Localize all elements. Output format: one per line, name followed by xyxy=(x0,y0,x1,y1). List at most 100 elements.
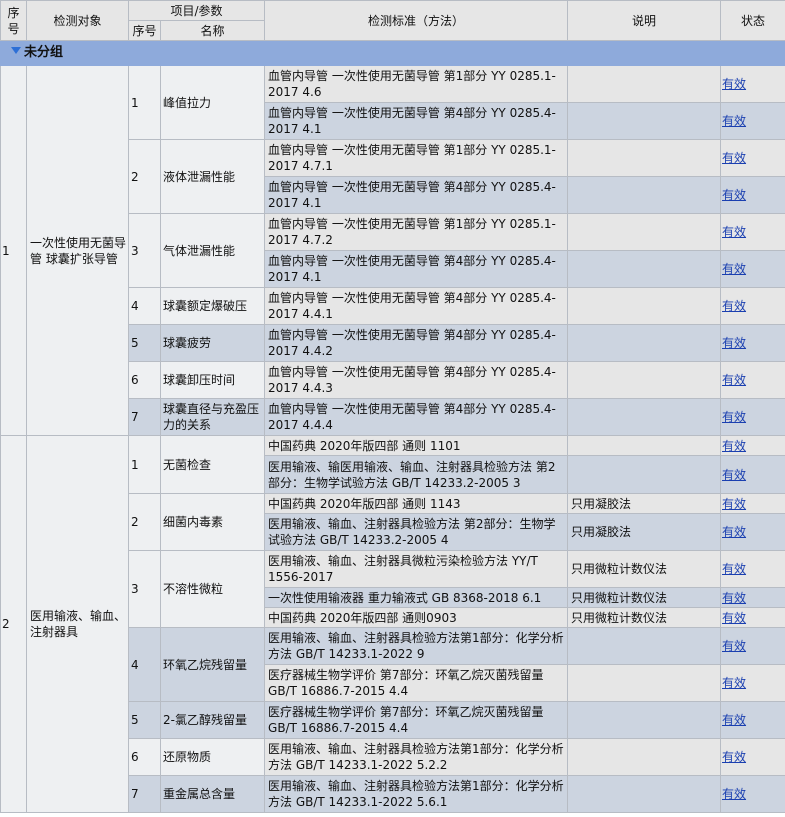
status-cell: 有效 xyxy=(720,324,785,362)
note-text: 只用微粒计数仪法 xyxy=(567,550,722,588)
item-name: 气体泄漏性能 xyxy=(159,213,266,288)
status-cell: 有效 xyxy=(720,493,785,514)
item-seq: 4 xyxy=(128,287,161,325)
status-link[interactable]: 有效 xyxy=(722,188,746,202)
status-cell: 有效 xyxy=(720,176,785,214)
item-seq: 5 xyxy=(128,324,161,362)
object-seq: 1 xyxy=(0,65,27,436)
standard-text: 血管内导管 一次性使用无菌导管 第1部分 YY 0285.1-2017 4.7.… xyxy=(264,139,569,177)
col-item-param-header: 项目/参数 xyxy=(127,0,266,21)
status-link[interactable]: 有效 xyxy=(722,299,746,313)
status-link[interactable]: 有效 xyxy=(722,562,746,576)
status-link[interactable]: 有效 xyxy=(722,713,746,727)
note-text: 只用微粒计数仪法 xyxy=(567,607,722,628)
item-name: 不溶性微粒 xyxy=(159,550,266,628)
item-name: 液体泄漏性能 xyxy=(159,139,266,214)
status-cell: 有效 xyxy=(720,550,785,588)
note-text xyxy=(567,361,722,399)
status-cell: 有效 xyxy=(720,398,785,436)
note-text: 只用凝胶法 xyxy=(567,493,722,514)
item-seq: 1 xyxy=(128,65,161,140)
item-seq: 7 xyxy=(128,775,161,813)
status-link[interactable]: 有效 xyxy=(722,468,746,482)
note-text xyxy=(567,738,722,776)
col-item-name-header: 名称 xyxy=(159,20,266,41)
status-link[interactable]: 有效 xyxy=(722,591,746,605)
item-name: 球囊直径与充盈压力的关系 xyxy=(159,398,266,436)
object-name: 医用输液、输血、注射器具 xyxy=(26,435,129,813)
status-link[interactable]: 有效 xyxy=(722,410,746,424)
standard-text: 血管内导管 一次性使用无菌导管 第4部分 YY 0285.4-2017 4.1 xyxy=(264,176,569,214)
note-text xyxy=(567,176,722,214)
standard-text: 血管内导管 一次性使用无菌导管 第1部分 YY 0285.1-2017 4.7.… xyxy=(264,213,569,251)
status-link[interactable]: 有效 xyxy=(722,787,746,801)
standard-text: 中国药典 2020年版四部 通则 1101 xyxy=(264,435,569,456)
item-seq: 4 xyxy=(128,627,161,702)
note-text xyxy=(567,701,722,739)
collapse-triangle-icon[interactable] xyxy=(11,47,21,54)
standard-text: 血管内导管 一次性使用无菌导管 第4部分 YY 0285.4-2017 4.1 xyxy=(264,102,569,140)
status-link[interactable]: 有效 xyxy=(722,336,746,350)
status-cell: 有效 xyxy=(720,664,785,702)
status-cell: 有效 xyxy=(720,775,785,813)
item-seq: 5 xyxy=(128,701,161,739)
standard-text: 医用输液、输血、注射器具检验方法第1部分：化学分析方法 GB/T 14233.1… xyxy=(264,775,569,813)
standard-text: 血管内导管 一次性使用无菌导管 第4部分 YY 0285.4-2017 4.1 xyxy=(264,250,569,288)
note-text: 只用凝胶法 xyxy=(567,513,722,551)
status-cell: 有效 xyxy=(720,627,785,665)
note-text xyxy=(567,324,722,362)
object-seq: 2 xyxy=(0,435,27,813)
status-link[interactable]: 有效 xyxy=(722,114,746,128)
note-text xyxy=(567,775,722,813)
note-text xyxy=(567,398,722,436)
item-name: 重金属总含量 xyxy=(159,775,266,813)
status-cell: 有效 xyxy=(720,607,785,628)
status-link[interactable]: 有效 xyxy=(722,676,746,690)
item-seq: 1 xyxy=(128,435,161,494)
status-link[interactable]: 有效 xyxy=(722,497,746,511)
table-row: 1 一次性使用无菌导管 球囊扩张导管 1 峰值拉力 血管内导管 一次性使用无菌导管 第1… xyxy=(0,65,785,436)
note-text xyxy=(567,250,722,288)
status-cell: 有效 xyxy=(720,587,785,608)
status-cell: 有效 xyxy=(720,213,785,251)
status-link[interactable]: 有效 xyxy=(722,439,746,453)
note-text xyxy=(567,664,722,702)
col-seq-header: 序号 xyxy=(0,0,27,41)
standard-text: 医用输液、输血、注射器具检验方法第1部分：化学分析方法 GB/T 14233.1… xyxy=(264,627,569,665)
status-cell: 有效 xyxy=(720,513,785,551)
status-link[interactable]: 有效 xyxy=(722,77,746,91)
status-link[interactable]: 有效 xyxy=(722,611,746,625)
status-cell: 有效 xyxy=(720,65,785,103)
group-header[interactable]: 未分组 xyxy=(0,40,785,66)
col-standard-header: 检测标准（方法） xyxy=(264,0,569,41)
status-link[interactable]: 有效 xyxy=(722,639,746,653)
status-cell: 有效 xyxy=(720,435,785,456)
table-body: 未分组 1 一次性使用无菌导管 球囊扩张导管 1 峰值拉力 血管内导管 一次性使用无菌导… xyxy=(0,40,785,813)
note-text xyxy=(567,213,722,251)
standard-text: 中国药典 2020年版四部 通则 1143 xyxy=(264,493,569,514)
standard-text: 一次性使用输液器 重力输液式 GB 8368-2018 6.1 xyxy=(264,587,569,608)
status-link[interactable]: 有效 xyxy=(722,525,746,539)
status-link[interactable]: 有效 xyxy=(722,225,746,239)
status-link[interactable]: 有效 xyxy=(722,151,746,165)
item-name: 无菌检查 xyxy=(159,435,266,494)
table-row: 2 医用输液、输血、注射器具 1 无菌检查 中国药典 2020年版四部 通则 1101 有… xyxy=(0,435,785,813)
status-cell: 有效 xyxy=(720,701,785,739)
group-row[interactable]: 未分组 xyxy=(0,40,785,66)
standard-text: 中国药典 2020年版四部 通则0903 xyxy=(264,607,569,628)
status-link[interactable]: 有效 xyxy=(722,262,746,276)
item-seq: 3 xyxy=(128,213,161,288)
note-text xyxy=(567,102,722,140)
status-link[interactable]: 有效 xyxy=(722,373,746,387)
object-name: 一次性使用无菌导管 球囊扩张导管 xyxy=(26,65,129,436)
note-text xyxy=(567,139,722,177)
note-text xyxy=(567,455,722,494)
status-cell: 有效 xyxy=(720,361,785,399)
item-name: 环氧乙烷残留量 xyxy=(159,627,266,702)
status-link[interactable]: 有效 xyxy=(722,750,746,764)
standard-text: 血管内导管 一次性使用无菌导管 第4部分 YY 0285.4-2017 4.4.… xyxy=(264,398,569,436)
standard-text: 医用输液、输医用输液、输血、注射器具检验方法 第2部分：生物学试验方法 GB/T… xyxy=(264,455,569,494)
item-seq: 3 xyxy=(128,550,161,628)
standard-text: 医用输液、输血、注射器具检验方法第1部分：化学分析方法 GB/T 14233.1… xyxy=(264,738,569,776)
status-cell: 有效 xyxy=(720,455,785,494)
